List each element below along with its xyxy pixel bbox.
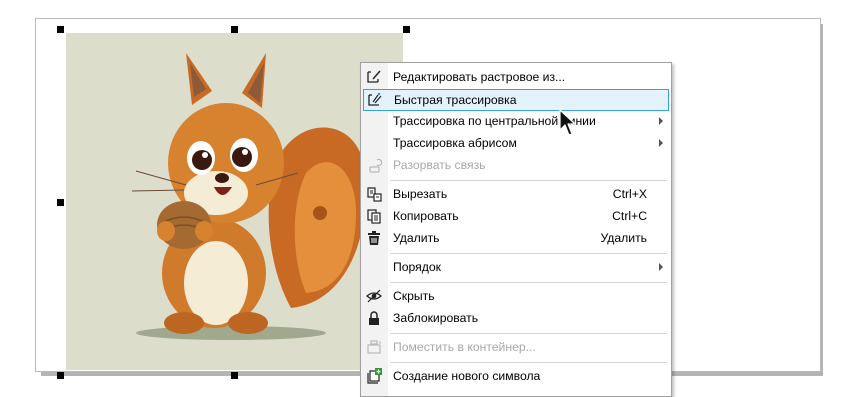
menu-item-outline-trace[interactable]: Трассировка абрисом: [361, 132, 671, 154]
menu-separator: [390, 362, 667, 363]
menu-item-label: Удалить: [393, 231, 440, 245]
menu-item-label: Поместить в контейнер...: [393, 340, 536, 354]
menu-item-label: Разорвать связь: [393, 158, 486, 172]
context-menu: Редактировать растровое из... Быстрая тр…: [360, 62, 672, 397]
menu-item-label: Трассировка абрисом: [393, 136, 517, 150]
menu-item-shortcut: Ctrl+X: [612, 187, 647, 201]
menu-item-new-symbol[interactable]: Создание нового символа: [361, 365, 671, 387]
menu-item-hide[interactable]: Скрыть: [361, 285, 671, 307]
eye-icon: [365, 287, 383, 305]
selection-handle-top-right[interactable]: [403, 26, 410, 33]
menu-item-label: Вырезать: [393, 187, 448, 201]
copy-icon: [365, 207, 383, 225]
menu-item-centerline-trace[interactable]: Трассировка по центральной линии: [361, 110, 671, 132]
menu-item-shortcut: Удалить: [600, 231, 647, 245]
menu-item-shortcut: Ctrl+C: [612, 209, 647, 223]
selection-handle-bottom-middle[interactable]: [231, 372, 238, 379]
selection-handle-top-left[interactable]: [57, 26, 64, 33]
menu-separator: [390, 253, 667, 254]
cut-icon: [365, 185, 383, 203]
menu-item-label: Порядок: [393, 260, 442, 274]
menu-separator: [390, 333, 667, 334]
menu-item-label: Быстрая трассировка: [394, 93, 517, 107]
bitmap-image[interactable]: [66, 33, 403, 370]
menu-item-delete[interactable]: Удалить Удалить: [361, 227, 671, 249]
submenu-arrow-icon: [659, 139, 663, 147]
menu-item-label: Заблокировать: [393, 311, 479, 325]
menu-item-edit-bitmap[interactable]: Редактировать растровое из...: [361, 66, 671, 88]
menu-item-label: Создание нового символа: [393, 369, 541, 383]
menu-item-break-link[interactable]: Разорвать связь: [361, 154, 671, 176]
menu-item-order[interactable]: Порядок: [361, 256, 671, 278]
selection-handle-middle-left[interactable]: [57, 199, 64, 206]
lock-icon: [365, 309, 383, 327]
submenu-arrow-icon: [659, 117, 663, 125]
powerclip-icon: [365, 338, 383, 356]
menu-separator: [390, 180, 667, 181]
selection-handle-top-middle[interactable]: [231, 26, 238, 33]
new-symbol-icon: [365, 367, 383, 385]
mouse-cursor-icon: [559, 109, 576, 136]
menu-item-lock[interactable]: Заблокировать: [361, 307, 671, 329]
menu-item-copy[interactable]: Копировать Ctrl+C: [361, 205, 671, 227]
menu-item-powerclip[interactable]: Поместить в контейнер...: [361, 336, 671, 358]
quick-trace-icon: [366, 91, 384, 109]
break-link-icon: [365, 156, 383, 174]
menu-separator: [390, 282, 667, 283]
menu-item-cut[interactable]: Вырезать Ctrl+X: [361, 183, 671, 205]
edit-bitmap-icon: [365, 68, 383, 86]
trash-icon: [365, 229, 383, 247]
submenu-arrow-icon: [659, 263, 663, 271]
menu-item-label: Редактировать растровое из...: [393, 70, 566, 84]
selection-handle-bottom-left[interactable]: [57, 372, 64, 379]
menu-item-quick-trace[interactable]: Быстрая трассировка: [363, 89, 669, 111]
menu-item-label: Копировать: [393, 209, 459, 223]
menu-item-label: Скрыть: [393, 289, 435, 303]
